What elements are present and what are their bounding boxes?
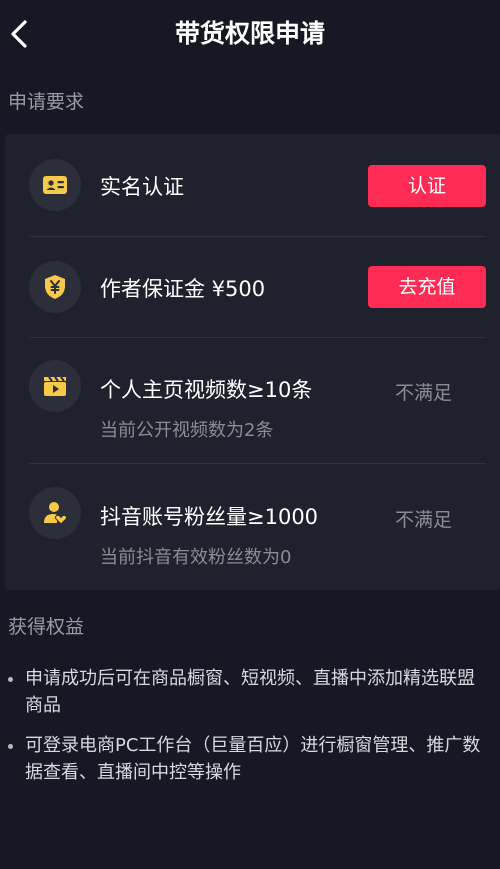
id-card-icon [29,159,81,211]
benefits-list: 申请成功后可在商品橱窗、短视频、直播中添加精选联盟商品 可登录电商PC工作台（巨… [0,665,500,799]
benefit-text: 可登录电商PC工作台（巨量百应）进行橱窗管理、推广数据查看、直播间中控等操作 [25,735,481,783]
fans-icon [29,487,81,539]
requirement-title: 作者保证金 ¥500 [100,277,266,301]
status-text: 不满足 [395,382,453,404]
verify-button[interactable]: 认证 [368,165,486,207]
bullet-icon [8,677,13,682]
benefit-item: 申请成功后可在商品橱窗、短视频、直播中添加精选联盟商品 [0,665,500,719]
benefit-text: 申请成功后可在商品橱窗、短视频、直播中添加精选联盟商品 [25,668,475,716]
requirement-title: 个人主页视频数≥10条 [100,378,313,402]
status-text: 不满足 [395,509,453,531]
requirement-subtitle: 当前抖音有效粉丝数为0 [100,547,292,568]
requirement-fan-count: 抖音账号粉丝量≥1000 当前抖音有效粉丝数为0 不满足 [5,464,500,590]
benefit-item: 可登录电商PC工作台（巨量百应）进行橱窗管理、推广数据查看、直播间中控等操作 [0,732,500,786]
benefits-section-label: 获得权益 [8,616,85,638]
requirement-deposit: 作者保证金 ¥500 去充值 [5,237,500,337]
requirement-video-count: 个人主页视频数≥10条 当前公开视频数为2条 不满足 [5,338,500,463]
requirement-real-name: 实名认证 认证 [5,134,500,236]
top-bar: 带货权限申请 [0,0,500,68]
requirement-title: 抖音账号粉丝量≥1000 [100,505,319,529]
page-title: 带货权限申请 [174,19,325,48]
requirement-subtitle: 当前公开视频数为2条 [100,420,274,441]
clapperboard-icon [29,360,81,412]
shield-yen-icon [29,261,81,313]
requirements-section-label: 申请要求 [8,91,85,113]
requirements-card: 实名认证 认证 作者保证金 ¥500 去充值 个人主页视频数≥10条 当前公开视… [5,134,500,590]
requirement-title: 实名认证 [100,175,184,199]
recharge-button[interactable]: 去充值 [368,266,486,308]
bullet-icon [8,744,13,749]
